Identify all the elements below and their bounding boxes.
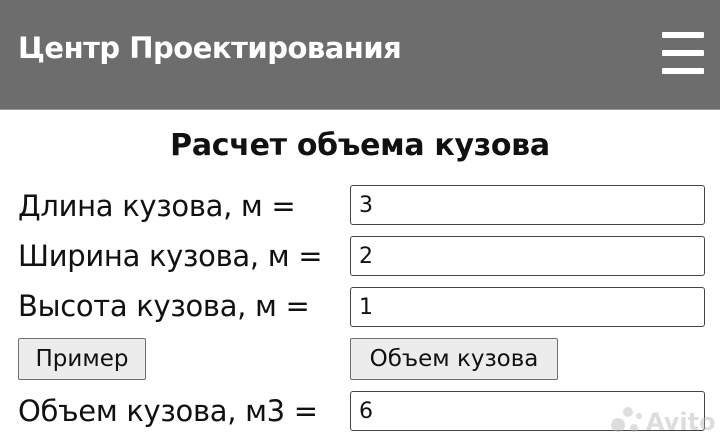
hamburger-menu-icon[interactable]	[660, 30, 706, 76]
watermark-text: Avito	[646, 408, 716, 436]
avito-logo-icon: Avito	[611, 407, 716, 436]
menu-bar-top	[662, 32, 704, 38]
avito-watermark: Avito	[608, 398, 716, 442]
app-title: Центр Проектирования	[18, 31, 402, 65]
calculate-volume-button[interactable]: Объем кузова	[350, 338, 558, 380]
width-input[interactable]	[350, 236, 705, 276]
length-label: Длина кузова, м =	[18, 189, 296, 223]
height-input[interactable]	[350, 287, 705, 327]
menu-bar-middle	[662, 50, 704, 56]
example-button[interactable]: Пример	[18, 338, 146, 380]
width-label: Ширина кузова, м =	[18, 239, 323, 273]
height-label: Высота кузова, м =	[18, 289, 310, 323]
menu-bar-bottom	[662, 68, 704, 74]
app-header: Центр Проектирования	[0, 0, 720, 109]
form-title: Расчет объема кузова	[170, 128, 550, 163]
header-divider	[0, 109, 720, 110]
result-label: Объем кузова, м3 =	[18, 394, 318, 428]
length-input[interactable]	[350, 185, 705, 225]
